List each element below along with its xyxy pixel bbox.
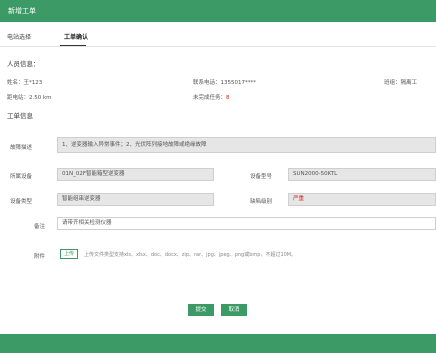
confirm-button[interactable]: 提交 [188, 304, 214, 316]
defect-level-label: 缺陷级别 [250, 199, 273, 205]
personnel-group-value: 隔离工 [400, 80, 418, 86]
personnel-unfinished: 未完成任务：8 [193, 93, 230, 101]
device-type-label: 设备类型 [10, 199, 33, 205]
fault-description-field: 1、逆变器输入异常事件；2、光伏阵列接地故障或绝缘故障 [57, 137, 436, 153]
cancel-button[interactable]: 取消 [221, 304, 247, 316]
defect-level-field: 严重 [288, 193, 436, 206]
personnel-section-title: 人员信息： [7, 60, 40, 68]
upload-button[interactable]: 上传 [60, 249, 78, 259]
tab-station-select[interactable]: 电站选择 [7, 32, 31, 41]
remark-input[interactable]: 请带齐相关检测仪器 [57, 217, 436, 230]
unfinished-count: 8 [226, 95, 230, 101]
tab-workorder-confirm[interactable]: 工单确认 [64, 32, 88, 41]
personnel-name: 姓名：王*123 [7, 80, 43, 86]
personnel-phone: 联系电话：1355017**** [193, 80, 256, 86]
unfinished-label: 未完成任务： [193, 95, 227, 101]
device-model-label: 设备型号 [250, 174, 273, 180]
tabs-divider [0, 46, 436, 47]
attachment-label: 附件 [34, 254, 46, 260]
personnel-group: 班组：隔离工 [384, 78, 417, 86]
personnel-group-label: 班组： [384, 80, 401, 86]
dialog-title: 新增工单 [8, 7, 36, 15]
personnel-distance: 距电站：2.50 km [7, 95, 52, 101]
dialog-title-bar: 新增工单 [0, 0, 436, 22]
remark-label: 备注 [34, 224, 46, 230]
device-model-field: SUN2000-50KTL [288, 168, 436, 181]
workorder-section-title: 工单信息 [7, 112, 33, 120]
device-type-field: 智能组串逆变器 [57, 193, 214, 206]
device-field: 01N_02F智能箱型逆变器 [57, 168, 214, 181]
upload-hint-text: 上传文件类型支持xls、xlsx、doc、docx、zip、rar、jpg、jp… [84, 252, 297, 258]
fault-description-label: 故障描述 [10, 145, 33, 151]
dialog-footer-bar [0, 334, 436, 353]
device-label: 所属设备 [10, 174, 33, 180]
